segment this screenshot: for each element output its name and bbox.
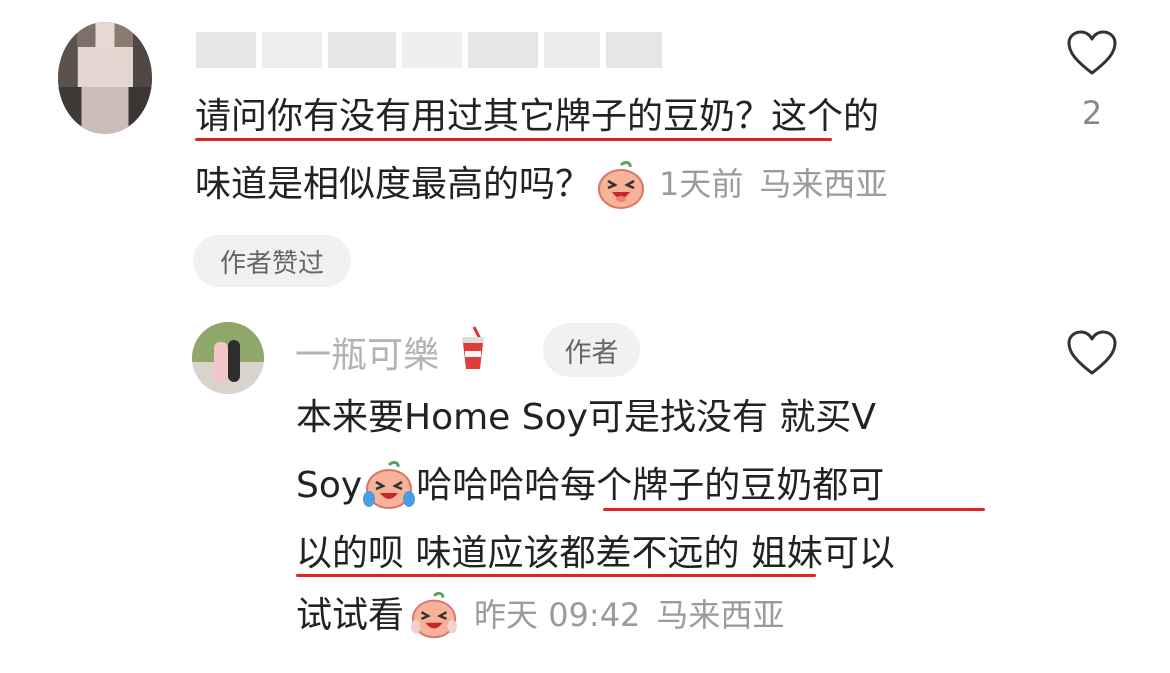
highlight-underline [195,138,832,141]
comment-time: 1天前 [659,165,744,203]
reply-location: 马来西亚 [656,596,785,634]
heart-outline-icon[interactable] [1067,30,1117,76]
comment-text-line2: 味道是相似度最高的吗？ [195,164,592,205]
replier-username-row[interactable]: 一瓶可樂 [295,325,488,378]
commenter-username-blurred[interactable] [196,32,662,68]
reply-text-line3b: 姐妹可以 [739,533,895,574]
replier-username[interactable]: 一瓶可樂 [295,335,439,376]
comment-text-line2-row: 味道是相似度最高的吗？ 1天前 马来西亚 [195,153,887,216]
cup-drink-emoji [462,326,485,369]
reply-text-line3a: 以的呗 味道应该都差不远的 [296,533,740,574]
tears-of-joy-peach-emoji [410,591,458,638]
reply-text-line4-row: 试试看 昨天 09:42 马来西亚 [296,584,784,647]
tears-of-joy-peach-emoji [363,460,416,509]
reply-text-line2a: Soy [296,465,363,506]
highlight-underline [296,574,816,577]
reply-text-line1: 本来要Home Soy可是找没有 就买V [296,397,877,438]
reply-text-line4: 试试看 [296,595,405,636]
highlight-underline [603,508,985,511]
reply-time: 昨天 09:42 [474,596,641,634]
laughing-peach-emoji [598,160,645,209]
replier-avatar[interactable] [192,322,264,394]
comment-location: 马来西亚 [759,165,888,203]
author-badge: 作者 [543,323,640,377]
author-liked-badge: 作者赞过 [193,235,351,287]
heart-outline-icon[interactable] [1067,330,1117,376]
like-count: 2 [1081,94,1103,132]
commenter-avatar[interactable] [58,22,152,134]
reply-text-line2b: 哈哈哈哈 [416,465,561,506]
